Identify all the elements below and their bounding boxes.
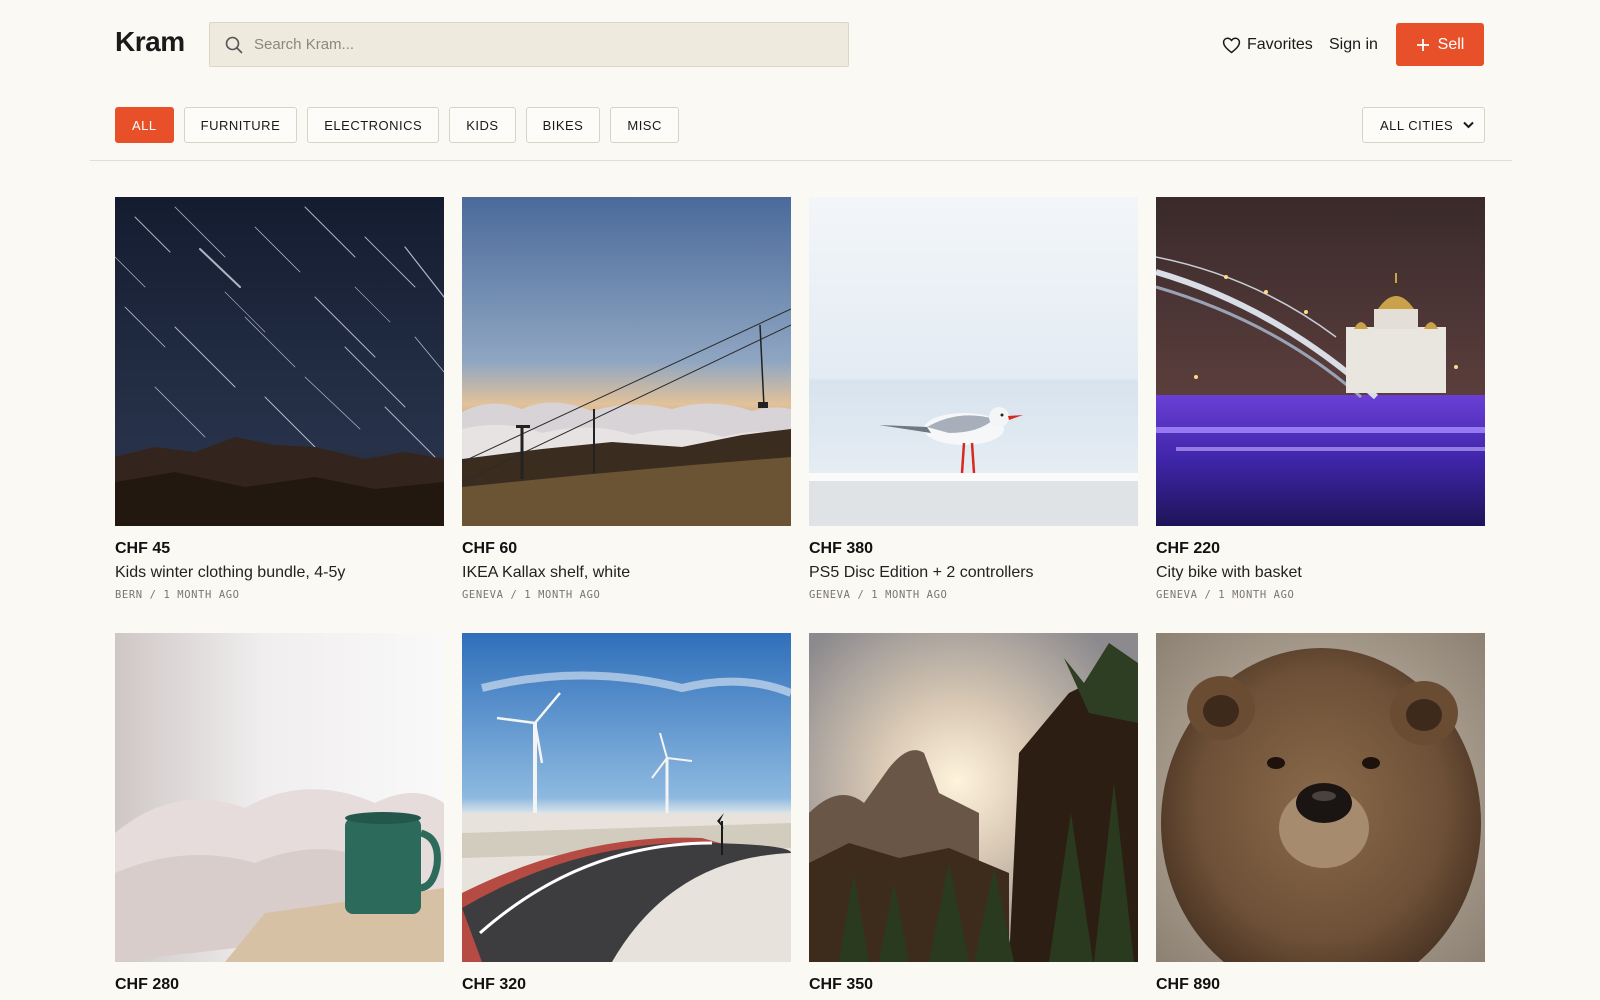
listing-price: CHF 280 (115, 976, 180, 993)
meta-separator: / (1197, 589, 1219, 601)
category-chip-all[interactable]: ALL (115, 107, 174, 143)
listing-age: 1 MONTH AGO (524, 589, 601, 601)
listing-image[interactable] (809, 197, 1138, 526)
listing-image[interactable] (809, 633, 1138, 962)
meta-separator: / (850, 589, 872, 601)
listing-title[interactable]: City bike with basket (1156, 564, 1485, 582)
listing-meta: BERN / 1 MONTH AGO (115, 589, 444, 601)
sign-in-link[interactable]: Sign in (1329, 33, 1378, 57)
favorites-label: Favorites (1247, 36, 1313, 53)
listing-city: GENEVA (809, 589, 851, 601)
category-filters: ALL FURNITURE ELECTRONICS KIDS BIKES MIS… (115, 107, 679, 143)
plus-icon (1416, 38, 1430, 52)
category-chip-bikes[interactable]: BIKES (525, 107, 601, 143)
listing-price: CHF 220 (1156, 540, 1221, 557)
listing-card[interactable]: CHF 45 Kids winter clothing bundle, 4-5y… (115, 197, 444, 601)
sell-button[interactable]: Sell (1396, 23, 1484, 66)
chevron-down-icon (1463, 121, 1474, 129)
listing-image[interactable] (115, 197, 444, 526)
sell-label: Sell (1437, 35, 1465, 53)
listing-city: GENEVA (1156, 589, 1198, 601)
listing-meta: GENEVA / 1 MONTH AGO (1156, 589, 1485, 601)
listing-age: 1 MONTH AGO (871, 589, 948, 601)
listing-meta: GENEVA / 1 MONTH AGO (809, 589, 1138, 601)
category-chip-furniture[interactable]: FURNITURE (183, 107, 298, 143)
listing-card[interactable]: CHF 220 City bike with basket GENEVA / 1… (1156, 197, 1485, 601)
heart-icon (1222, 36, 1241, 54)
category-chip-electronics[interactable]: ELECTRONICS (307, 107, 440, 143)
listing-price: CHF 890 (1156, 976, 1221, 993)
listing-price: CHF 60 (462, 540, 518, 557)
listing-price: CHF 350 (809, 976, 874, 993)
top-bar: Kram Favorites Sign in Sell (0, 0, 1600, 90)
listing-age: 1 MONTH AGO (163, 589, 240, 601)
listing-meta: GENEVA / 1 MONTH AGO (462, 589, 791, 601)
header-divider (90, 160, 1512, 161)
listing-image[interactable] (462, 633, 791, 962)
listing-title[interactable]: IKEA Kallax shelf, white (462, 564, 791, 582)
listing-age: 1 MONTH AGO (1218, 589, 1295, 601)
listing-card[interactable]: CHF 60 IKEA Kallax shelf, white GENEVA /… (462, 197, 791, 601)
listing-image[interactable] (1156, 197, 1485, 526)
listing-title[interactable]: Kids winter clothing bundle, 4-5y (115, 564, 444, 582)
search-bar[interactable] (209, 22, 849, 67)
search-icon (224, 35, 244, 55)
listing-card[interactable]: CHF 280 (115, 633, 444, 994)
city-select[interactable]: ALL CITIES (1362, 107, 1485, 143)
listing-price: CHF 45 (115, 540, 171, 557)
category-chip-kids[interactable]: KIDS (449, 107, 516, 143)
listing-city: BERN (115, 589, 143, 601)
listing-image[interactable] (115, 633, 444, 962)
listings-grid: CHF 45 Kids winter clothing bundle, 4-5y… (115, 197, 1485, 994)
meta-separator: / (503, 589, 525, 601)
listing-image[interactable] (1156, 633, 1485, 962)
meta-separator: / (142, 589, 164, 601)
listing-card[interactable]: CHF 350 (809, 633, 1138, 994)
listing-price: CHF 380 (809, 540, 874, 557)
city-select-value: ALL CITIES (1380, 117, 1454, 133)
listing-card[interactable]: CHF 380 PS5 Disc Edition + 2 controllers… (809, 197, 1138, 601)
favorites-link[interactable]: Favorites (1222, 33, 1313, 57)
category-chip-misc[interactable]: MISC (610, 107, 679, 143)
listing-card[interactable]: CHF 320 (462, 633, 791, 994)
listing-title[interactable]: PS5 Disc Edition + 2 controllers (809, 564, 1138, 582)
listing-card[interactable]: CHF 890 (1156, 633, 1485, 994)
listing-image[interactable] (462, 197, 791, 526)
search-input[interactable] (254, 23, 848, 66)
logo[interactable]: Kram (115, 26, 185, 58)
listing-price: CHF 320 (462, 976, 527, 993)
listing-city: GENEVA (462, 589, 504, 601)
